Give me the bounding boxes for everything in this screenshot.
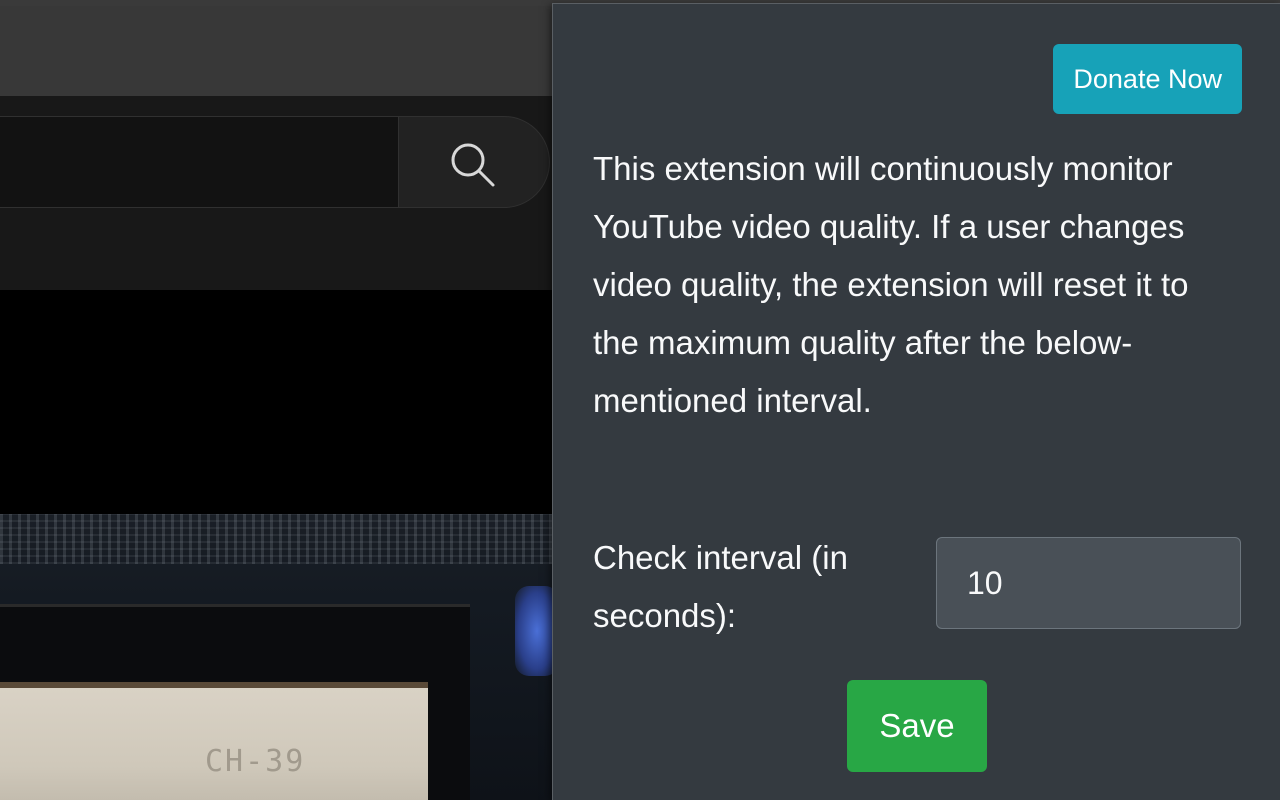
search-button[interactable]	[398, 116, 550, 208]
extension-description: This extension will continuously monitor…	[593, 150, 1189, 419]
donate-button[interactable]: Donate Now	[1053, 44, 1242, 114]
interval-label: Check interval (in seconds):	[593, 539, 848, 634]
save-button[interactable]: Save	[847, 680, 987, 772]
search-input[interactable]	[0, 116, 398, 208]
interval-input[interactable]	[936, 537, 1241, 629]
video-screen-text: CH-39	[205, 744, 306, 779]
search-icon	[451, 143, 495, 187]
video-frame: CH-39	[0, 514, 560, 800]
screen: CH-39 Donate Now This extension will con…	[0, 0, 1280, 800]
video-device-screen: CH-39	[0, 682, 428, 800]
video-texture	[0, 514, 560, 564]
extension-popup: Donate Now This extension will continuou…	[552, 3, 1280, 800]
